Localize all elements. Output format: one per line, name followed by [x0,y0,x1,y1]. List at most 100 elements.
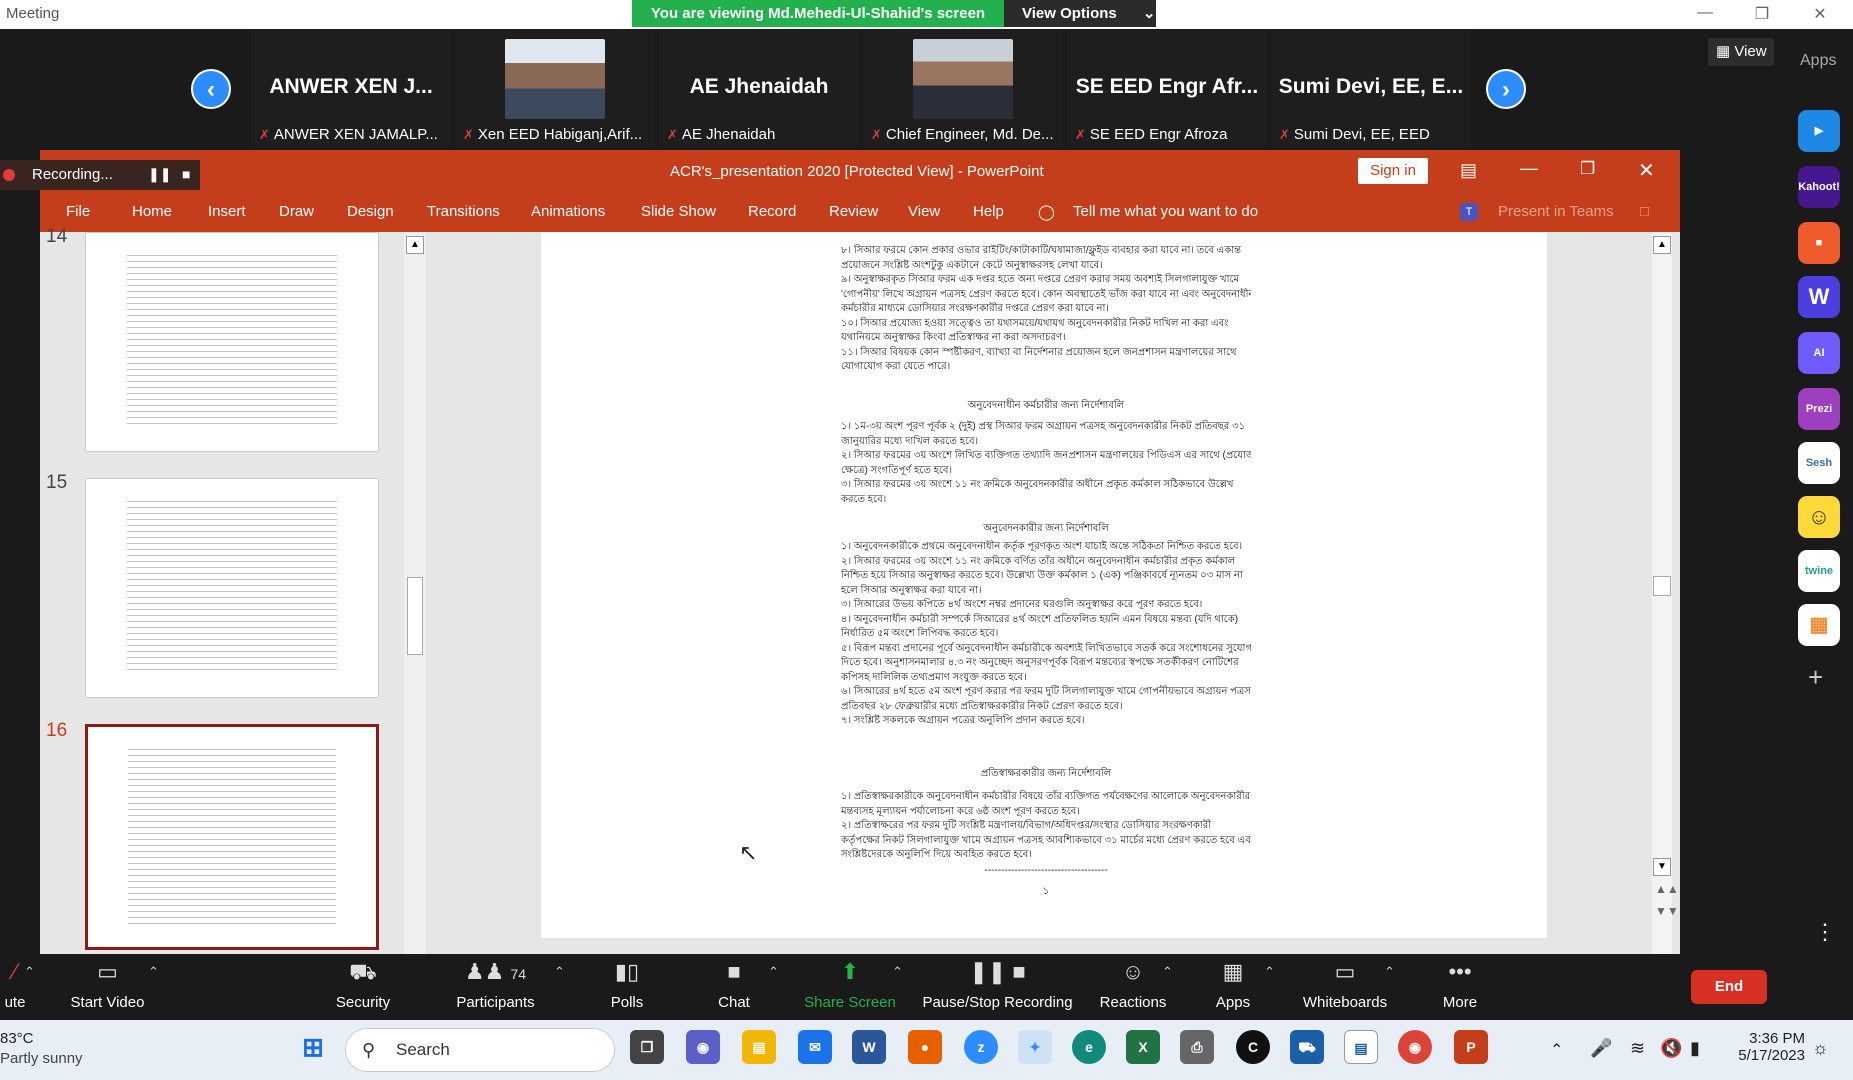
battery-icon[interactable]: ▮ [1690,1038,1700,1059]
pause-stop-recording-button[interactable]: ❚❚ ■ Pause/Stop Recording [920,954,1075,1020]
app-icon-emoji[interactable]: ☺ [1798,496,1840,538]
participant-tile[interactable]: SE EED Engr Afr... ✗ SE EED Engr Afroza [1067,30,1267,147]
chevron-up-icon[interactable]: ⌃ [892,964,903,980]
app-icon-ai[interactable]: AI [1798,332,1840,374]
slide-thumbnail[interactable] [85,478,379,698]
app-window-icon[interactable]: ▤ [1344,1030,1378,1064]
defender-icon[interactable]: ⛟ [1290,1030,1324,1064]
tab-record[interactable]: Record [748,203,796,220]
more-options-icon[interactable]: ⋮ [1814,921,1836,943]
app-icon-sesh[interactable]: Sesh [1798,442,1840,484]
weather-condition[interactable]: Partly sunny [0,1050,83,1067]
chevron-up-icon[interactable]: ⌃ [1384,964,1395,980]
chevron-up-icon[interactable]: ⌃ [1264,964,1275,980]
thumbnail-scrollbar[interactable]: ▲ [404,232,426,954]
app-icon-grid[interactable]: ▦ [1798,604,1840,646]
app-icon-w[interactable]: W [1798,276,1840,318]
pause-icon[interactable]: ❚❚ [148,166,171,183]
chevron-up-icon[interactable]: ⌃ [768,964,779,980]
tab-help[interactable]: Help [973,203,1004,220]
task-view-icon[interactable]: ❐ [630,1030,664,1064]
participant-tile[interactable]: ✗ Xen EED Habiganj,Arif... [455,30,655,147]
present-in-teams-button[interactable]: Present in Teams [1498,203,1614,220]
tab-view[interactable]: View [908,203,940,220]
restore-icon[interactable]: ❐ [1580,159,1595,179]
restore-icon[interactable]: ❐ [1752,4,1772,24]
tab-review[interactable]: Review [829,203,878,220]
tab-draw[interactable]: Draw [279,203,314,220]
tab-home[interactable]: Home [132,203,172,220]
tab-transitions[interactable]: Transitions [427,203,500,220]
chevron-up-icon[interactable]: ⌃ [554,964,565,980]
slide-scrollbar[interactable]: ▲ ▼ ▲▲ ▼▼ [1652,232,1679,954]
tell-me-search[interactable]: Tell me what you want to do [1073,203,1258,220]
chevron-up-icon[interactable]: ⌃ [24,964,35,980]
app-icon-twine[interactable]: twine [1798,550,1840,592]
zoom-app-icon[interactable]: z [964,1030,998,1064]
app-icon-kahoot[interactable]: Kahoot! [1798,166,1840,208]
gallery-view-button[interactable]: ▦ View [1708,38,1774,66]
tab-animations[interactable]: Animations [531,203,605,220]
apps-button[interactable]: ▦ Apps [1213,954,1253,1020]
tab-design[interactable]: Design [347,203,394,220]
stop-icon[interactable]: ■ [182,166,190,182]
tab-slide-show[interactable]: Slide Show [641,203,716,220]
chevron-up-icon[interactable]: ⌃ [148,964,159,980]
scroll-up-arrow-icon[interactable]: ▲ [1653,236,1671,254]
participant-tile[interactable]: Sumi Devi, EE, E... ✗ Sumi Devi, EE, EED [1271,30,1471,147]
ccleaner-icon[interactable]: C [1236,1030,1270,1064]
previous-slide-icon[interactable]: ▲▲ [1655,882,1679,896]
view-options-button[interactable]: View Options ⌄ [1004,0,1156,27]
app-icon-prezi[interactable]: Prezi [1798,388,1840,430]
close-icon[interactable]: ✕ [1638,158,1655,183]
chevron-up-icon[interactable]: ⌃ [1550,1040,1563,1060]
prev-page-button[interactable]: ‹ [191,69,231,109]
participants-button[interactable]: ♟♟ 74 Participants [448,954,543,1020]
speaker-muted-icon[interactable]: 🔇 [1660,1038,1682,1059]
participant-tile[interactable]: ANWER XEN J... ✗ ANWER XEN JAMALP... [251,30,451,147]
word-icon[interactable]: W [852,1030,886,1064]
edge-icon[interactable]: e [1072,1030,1106,1064]
minimize-icon[interactable]: — [1695,4,1715,24]
slide-thumbnail-selected[interactable] [85,724,379,950]
firefox-icon[interactable]: ● [908,1030,942,1064]
sign-in-button[interactable]: Sign in [1358,158,1428,184]
comments-icon[interactable]: □ [1640,203,1649,220]
powerpoint-taskbar-icon[interactable]: P [1454,1030,1488,1064]
minimize-icon[interactable]: — [1520,158,1538,179]
windows-start-icon[interactable]: ⊞ [296,1030,330,1064]
participant-tile[interactable]: AE Jhenaidah ✗ AE Jhenaidah [659,30,859,147]
start-video-button[interactable]: ▭ Start Video [60,954,155,1020]
excel-icon[interactable]: X [1126,1030,1160,1064]
teams-chat-icon[interactable]: ◉ [686,1030,720,1064]
chat-button[interactable]: ■ Chat [707,954,761,1020]
add-app-icon[interactable]: + [1808,662,1823,693]
tab-file[interactable]: File [66,203,90,220]
mail-icon[interactable]: ✉ [798,1030,832,1064]
more-button[interactable]: ••• More [1440,954,1480,1020]
reactions-button[interactable]: ☺ Reactions [1098,954,1168,1020]
participant-tile[interactable]: ✗ Chief Engineer, Md. De... [863,30,1063,147]
share-screen-button[interactable]: ⬆ Share Screen [800,954,900,1020]
slide-thumbnail[interactable] [85,232,379,452]
app-icon-red[interactable]: ■ [1798,222,1840,264]
next-page-button[interactable]: › [1486,69,1526,109]
taskbar-clock[interactable]: 3:36 PM 5/17/2023 [1735,1030,1805,1064]
file-explorer-icon[interactable]: ▤ [742,1030,776,1064]
scroll-thumb[interactable] [1653,576,1671,596]
snipping-tool-icon[interactable]: ✦ [1018,1030,1052,1064]
printer-icon[interactable]: ⎙ [1180,1030,1214,1064]
chrome-icon[interactable]: ◉ [1398,1030,1432,1064]
next-slide-icon[interactable]: ▼▼ [1655,904,1679,918]
wifi-icon[interactable]: ≋ [1630,1038,1645,1059]
microphone-icon[interactable]: 🎤 [1590,1038,1612,1059]
ribbon-display-icon[interactable]: ▤ [1460,160,1477,181]
app-icon-play[interactable]: ▶ [1798,110,1840,152]
weather-temp[interactable]: 83°C [0,1030,34,1047]
taskbar-search[interactable]: ⚲ Search [345,1028,615,1072]
security-button[interactable]: ⛟ Security [330,954,396,1020]
scroll-down-arrow-icon[interactable]: ▼ [1653,858,1671,876]
scroll-thumb[interactable] [407,577,423,655]
tab-insert[interactable]: Insert [208,203,246,220]
whiteboards-button[interactable]: ▭ Whiteboards [1300,954,1390,1020]
